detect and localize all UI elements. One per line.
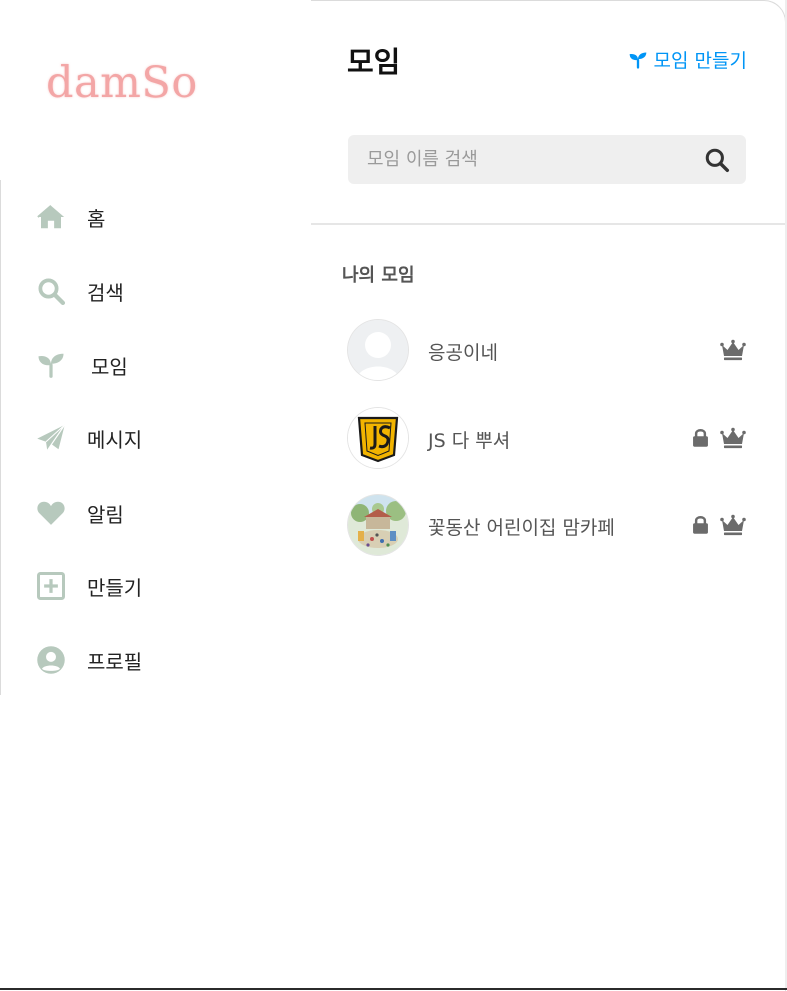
- user-circle-icon: [36, 645, 66, 675]
- group-item[interactable]: 꽃동산 어린이집 맘카페: [348, 495, 746, 557]
- sidebar: damSo 홈 검색 모임 메시지 알림 만들기 프로필: [0, 0, 312, 990]
- sidebar-item-label: 알림: [87, 502, 124, 527]
- crown-icon: [720, 337, 746, 363]
- sidebar-item-label: 모임: [91, 354, 128, 379]
- sidebar-item-create[interactable]: 만들기: [0, 558, 300, 614]
- group-badges: [686, 512, 746, 538]
- plus-square-icon: [36, 571, 66, 601]
- group-badges: [716, 337, 746, 363]
- paper-plane-icon: [36, 423, 66, 453]
- search-icon[interactable]: [704, 147, 730, 173]
- sidebar-item-label: 홈: [87, 206, 106, 231]
- groups-panel: 모임 모임 만들기 나의 모임 응공이네 JS 다 뿌셔: [311, 0, 786, 991]
- sprout-icon: [36, 350, 66, 380]
- sidebar-item-profile[interactable]: 프로필: [0, 632, 300, 688]
- sidebar-item-home[interactable]: 홈: [0, 189, 300, 245]
- group-search: [348, 135, 746, 184]
- search-icon: [36, 276, 66, 306]
- heart-icon: [36, 498, 66, 528]
- js-logo: [348, 408, 408, 468]
- sidebar-item-search[interactable]: 검색: [0, 263, 300, 319]
- my-groups-heading: 나의 모임: [342, 265, 415, 286]
- sidebar-item-groups[interactable]: 모임: [0, 337, 300, 393]
- sidebar-item-label: 만들기: [87, 575, 143, 600]
- sidebar-item-label: 검색: [87, 280, 124, 305]
- section-divider: [311, 223, 785, 225]
- sprout-icon: [629, 52, 646, 69]
- group-item[interactable]: JS 다 뿌셔: [348, 408, 746, 470]
- home-icon: [36, 202, 66, 232]
- create-group-link[interactable]: 모임 만들기: [628, 46, 747, 73]
- crown-icon: [720, 512, 746, 538]
- sidebar-item-messages[interactable]: 메시지: [0, 410, 300, 466]
- group-badges: [686, 425, 746, 451]
- group-name: JS 다 뿌셔: [428, 430, 511, 452]
- group-item[interactable]: 응공이네: [348, 320, 746, 382]
- default-avatar: [348, 320, 408, 380]
- crown-icon: [720, 425, 746, 451]
- group-name: 응공이네: [428, 342, 498, 364]
- group-search-input[interactable]: [348, 135, 707, 184]
- lock-icon: [690, 512, 716, 538]
- sidebar-item-notifications[interactable]: 알림: [0, 485, 300, 541]
- sidebar-item-label: 메시지: [87, 427, 143, 452]
- sidebar-item-label: 프로필: [87, 649, 143, 674]
- group-name: 꽃동산 어린이집 맘카페: [428, 517, 615, 539]
- create-group-label: 모임 만들기: [653, 50, 747, 72]
- app-logo[interactable]: damSo: [46, 58, 198, 108]
- playground-photo: [348, 495, 408, 555]
- page-title: 모임: [347, 45, 401, 79]
- lock-icon: [690, 425, 716, 451]
